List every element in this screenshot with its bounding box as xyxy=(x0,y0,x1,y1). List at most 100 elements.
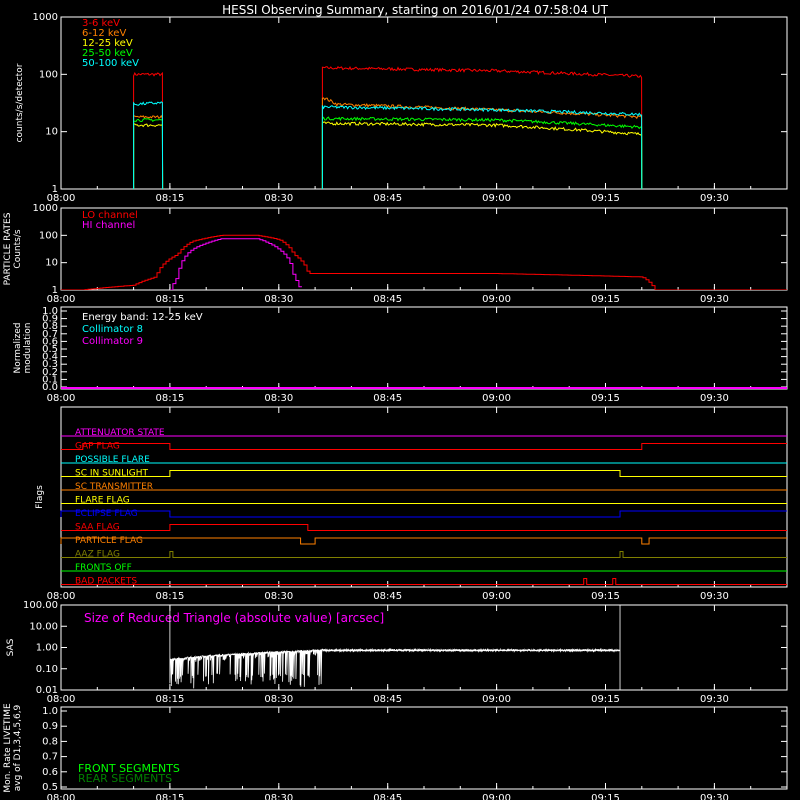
y-tick-label: 0.7 xyxy=(42,752,58,763)
x-tick-label: 08:30 xyxy=(264,793,293,800)
x-tick-label: 08:30 xyxy=(264,694,293,705)
y-axis-label: avg of D1,3,4,5,6,9 xyxy=(13,704,23,791)
legend-entry: Collimator 9 xyxy=(82,336,143,347)
y-tick-label: 1000 xyxy=(33,203,58,214)
legend-entry: 50-100 keV xyxy=(82,58,139,69)
x-tick-label: 09:00 xyxy=(482,393,511,404)
x-tick-label: 09:30 xyxy=(700,393,729,404)
y-tick-label: 1 xyxy=(52,285,58,296)
chart-title: HESSI Observing Summary, starting on 201… xyxy=(222,3,608,17)
summary-figure: HESSI Observing Summary, starting on 201… xyxy=(3,3,788,800)
x-tick-label: 09:00 xyxy=(482,694,511,705)
plot-frame xyxy=(60,406,788,588)
series-line xyxy=(133,123,164,189)
x-tick-label: 09:30 xyxy=(700,294,729,305)
y-tick-label: 100 xyxy=(39,230,58,241)
x-tick-label: 08:00 xyxy=(47,793,76,800)
x-tick-label: 08:30 xyxy=(264,591,293,602)
y-axis-label: SAS xyxy=(6,638,16,656)
x-tick-label: 09:30 xyxy=(700,591,729,602)
series-line xyxy=(133,71,164,189)
panel-title: Size of Reduced Triangle (absolute value… xyxy=(84,611,384,625)
y-axis-label: PARTICLE RATES xyxy=(3,212,13,285)
y-tick-label: 0.8 xyxy=(42,736,58,747)
x-tick-label: 09:15 xyxy=(591,591,620,602)
y-tick-label: 1000 xyxy=(33,12,58,23)
y-axis-label: counts/s/detector xyxy=(15,63,25,142)
x-tick-label: 09:15 xyxy=(591,393,620,404)
x-tick-label: 09:30 xyxy=(700,694,729,705)
flag-trace xyxy=(61,551,787,558)
series-line xyxy=(169,238,302,290)
y-tick-label: 1.0 xyxy=(42,706,58,717)
flag-trace xyxy=(60,537,787,545)
plot-frame xyxy=(60,16,788,190)
x-tick-label: 08:45 xyxy=(373,393,402,404)
x-tick-label: 08:45 xyxy=(373,193,402,204)
legend-entry: REAR SEGMENTS xyxy=(78,772,172,785)
y-tick-label: 0.9 xyxy=(42,721,58,732)
y-tick-label: 0.01 xyxy=(36,685,58,696)
count-rates-panel: 08:00 08:15 08:30 08:45 09:00 09:15 09:3011010… xyxy=(15,12,788,204)
x-tick-label: 08:15 xyxy=(155,294,184,305)
x-tick-label: 08:15 xyxy=(155,694,184,705)
series-line xyxy=(321,116,643,189)
y-tick-label: 1.00 xyxy=(36,643,58,654)
series-line xyxy=(61,234,787,290)
flag-trace xyxy=(60,510,787,518)
x-tick-label: 08:30 xyxy=(264,294,293,305)
flag-trace xyxy=(61,470,787,477)
y-tick-label: 0.10 xyxy=(36,664,58,675)
x-tick-label: 08:15 xyxy=(155,393,184,404)
x-tick-label: 08:15 xyxy=(155,793,184,800)
legend-entry: Energy band: 12-25 keV xyxy=(82,312,203,323)
x-tick-label: 08:45 xyxy=(373,591,402,602)
x-tick-label: 09:00 xyxy=(482,793,511,800)
x-tick-label: 08:45 xyxy=(373,294,402,305)
flags-panel: 08:00 08:15 08:30 08:45 09:00 09:15 09:30Flags… xyxy=(35,406,788,602)
series-line xyxy=(321,121,643,189)
y-tick-label: 100.00 xyxy=(23,600,58,611)
y-tick-label: 1.0 xyxy=(42,306,58,317)
y-tick-label: 10 xyxy=(45,127,58,138)
x-tick-label: 09:15 xyxy=(591,793,620,800)
y-tick-label: 10 xyxy=(45,258,58,269)
y-tick-label: 0.6 xyxy=(42,767,58,778)
x-tick-label: 08:30 xyxy=(264,193,293,204)
y-axis-label: Counts/s xyxy=(13,229,23,268)
modulation-panel: 08:00 08:15 08:30 08:45 09:00 09:15 09:300.00.… xyxy=(13,306,788,404)
x-tick-label: 08:00 xyxy=(47,393,76,404)
series-line xyxy=(133,118,164,189)
x-tick-label: 09:15 xyxy=(591,193,620,204)
legend-entry: HI channel xyxy=(82,220,135,231)
particle-rates-panel: 08:00 08:15 08:30 08:45 09:00 09:15 09:3011010… xyxy=(3,203,788,305)
y-axis-label: Mon. Rate LIVETIME xyxy=(3,703,13,793)
y-axis-label: Flags xyxy=(35,485,45,509)
series-line xyxy=(133,101,164,189)
sas-panel: 08:00 08:15 08:30 08:45 09:00 09:15 09:300.010… xyxy=(6,600,788,705)
observing-summary: HESSI Observing Summary, starting on 201… xyxy=(0,0,800,800)
y-axis-label: Normalized xyxy=(13,322,23,373)
y-axis-label: modulation xyxy=(23,323,33,374)
series-line xyxy=(321,66,643,189)
y-tick-label: 100 xyxy=(39,69,58,80)
y-tick-label: 0.5 xyxy=(42,782,58,793)
x-tick-label: 09:15 xyxy=(591,294,620,305)
x-tick-label: 09:00 xyxy=(482,193,511,204)
legend-entry: Collimator 8 xyxy=(82,324,143,335)
y-tick-label: 10.00 xyxy=(29,621,58,632)
x-tick-label: 08:15 xyxy=(155,193,184,204)
x-tick-label: 08:45 xyxy=(373,694,402,705)
y-tick-label: 1 xyxy=(52,184,58,195)
livetime-panel: 08:00 08:15 08:30 08:45 09:00 09:15 09:30 0.5 0.… xyxy=(3,703,788,800)
series-line xyxy=(321,97,643,189)
x-tick-label: 08:45 xyxy=(373,793,402,800)
x-tick-label: 09:00 xyxy=(482,591,511,602)
flag-trace xyxy=(61,524,787,531)
x-tick-label: 08:30 xyxy=(264,393,293,404)
x-tick-label: 09:00 xyxy=(482,294,511,305)
x-tick-label: 09:15 xyxy=(591,694,620,705)
x-tick-label: 09:30 xyxy=(700,793,729,800)
flag-trace xyxy=(61,443,787,450)
x-tick-label: 09:30 xyxy=(700,193,729,204)
